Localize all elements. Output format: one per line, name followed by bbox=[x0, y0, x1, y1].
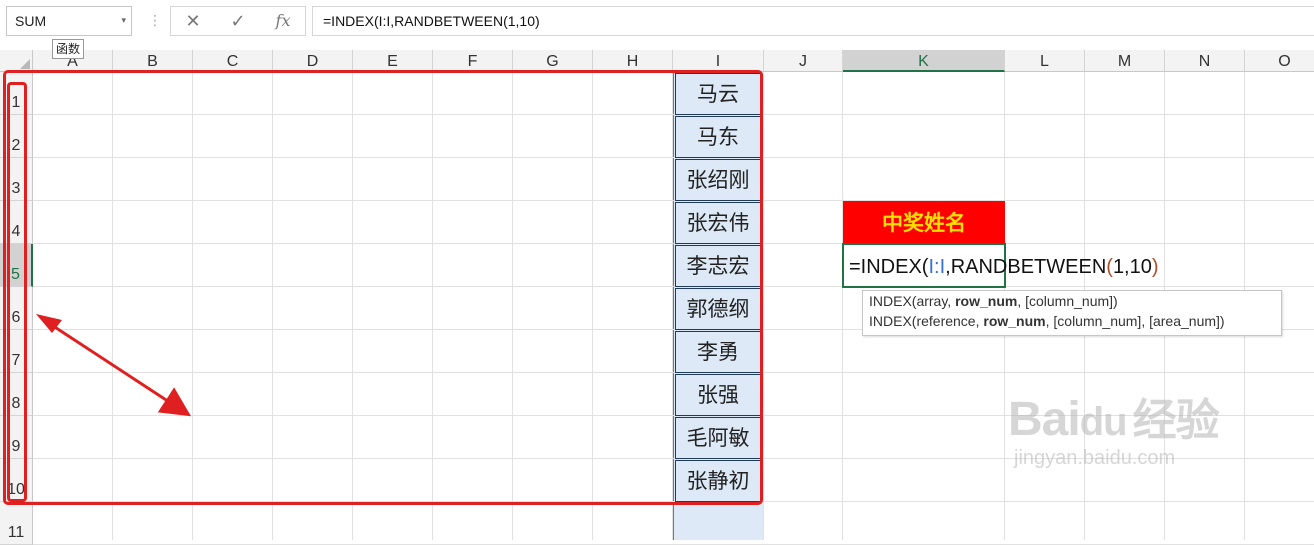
arrow-icon bbox=[36, 314, 192, 417]
